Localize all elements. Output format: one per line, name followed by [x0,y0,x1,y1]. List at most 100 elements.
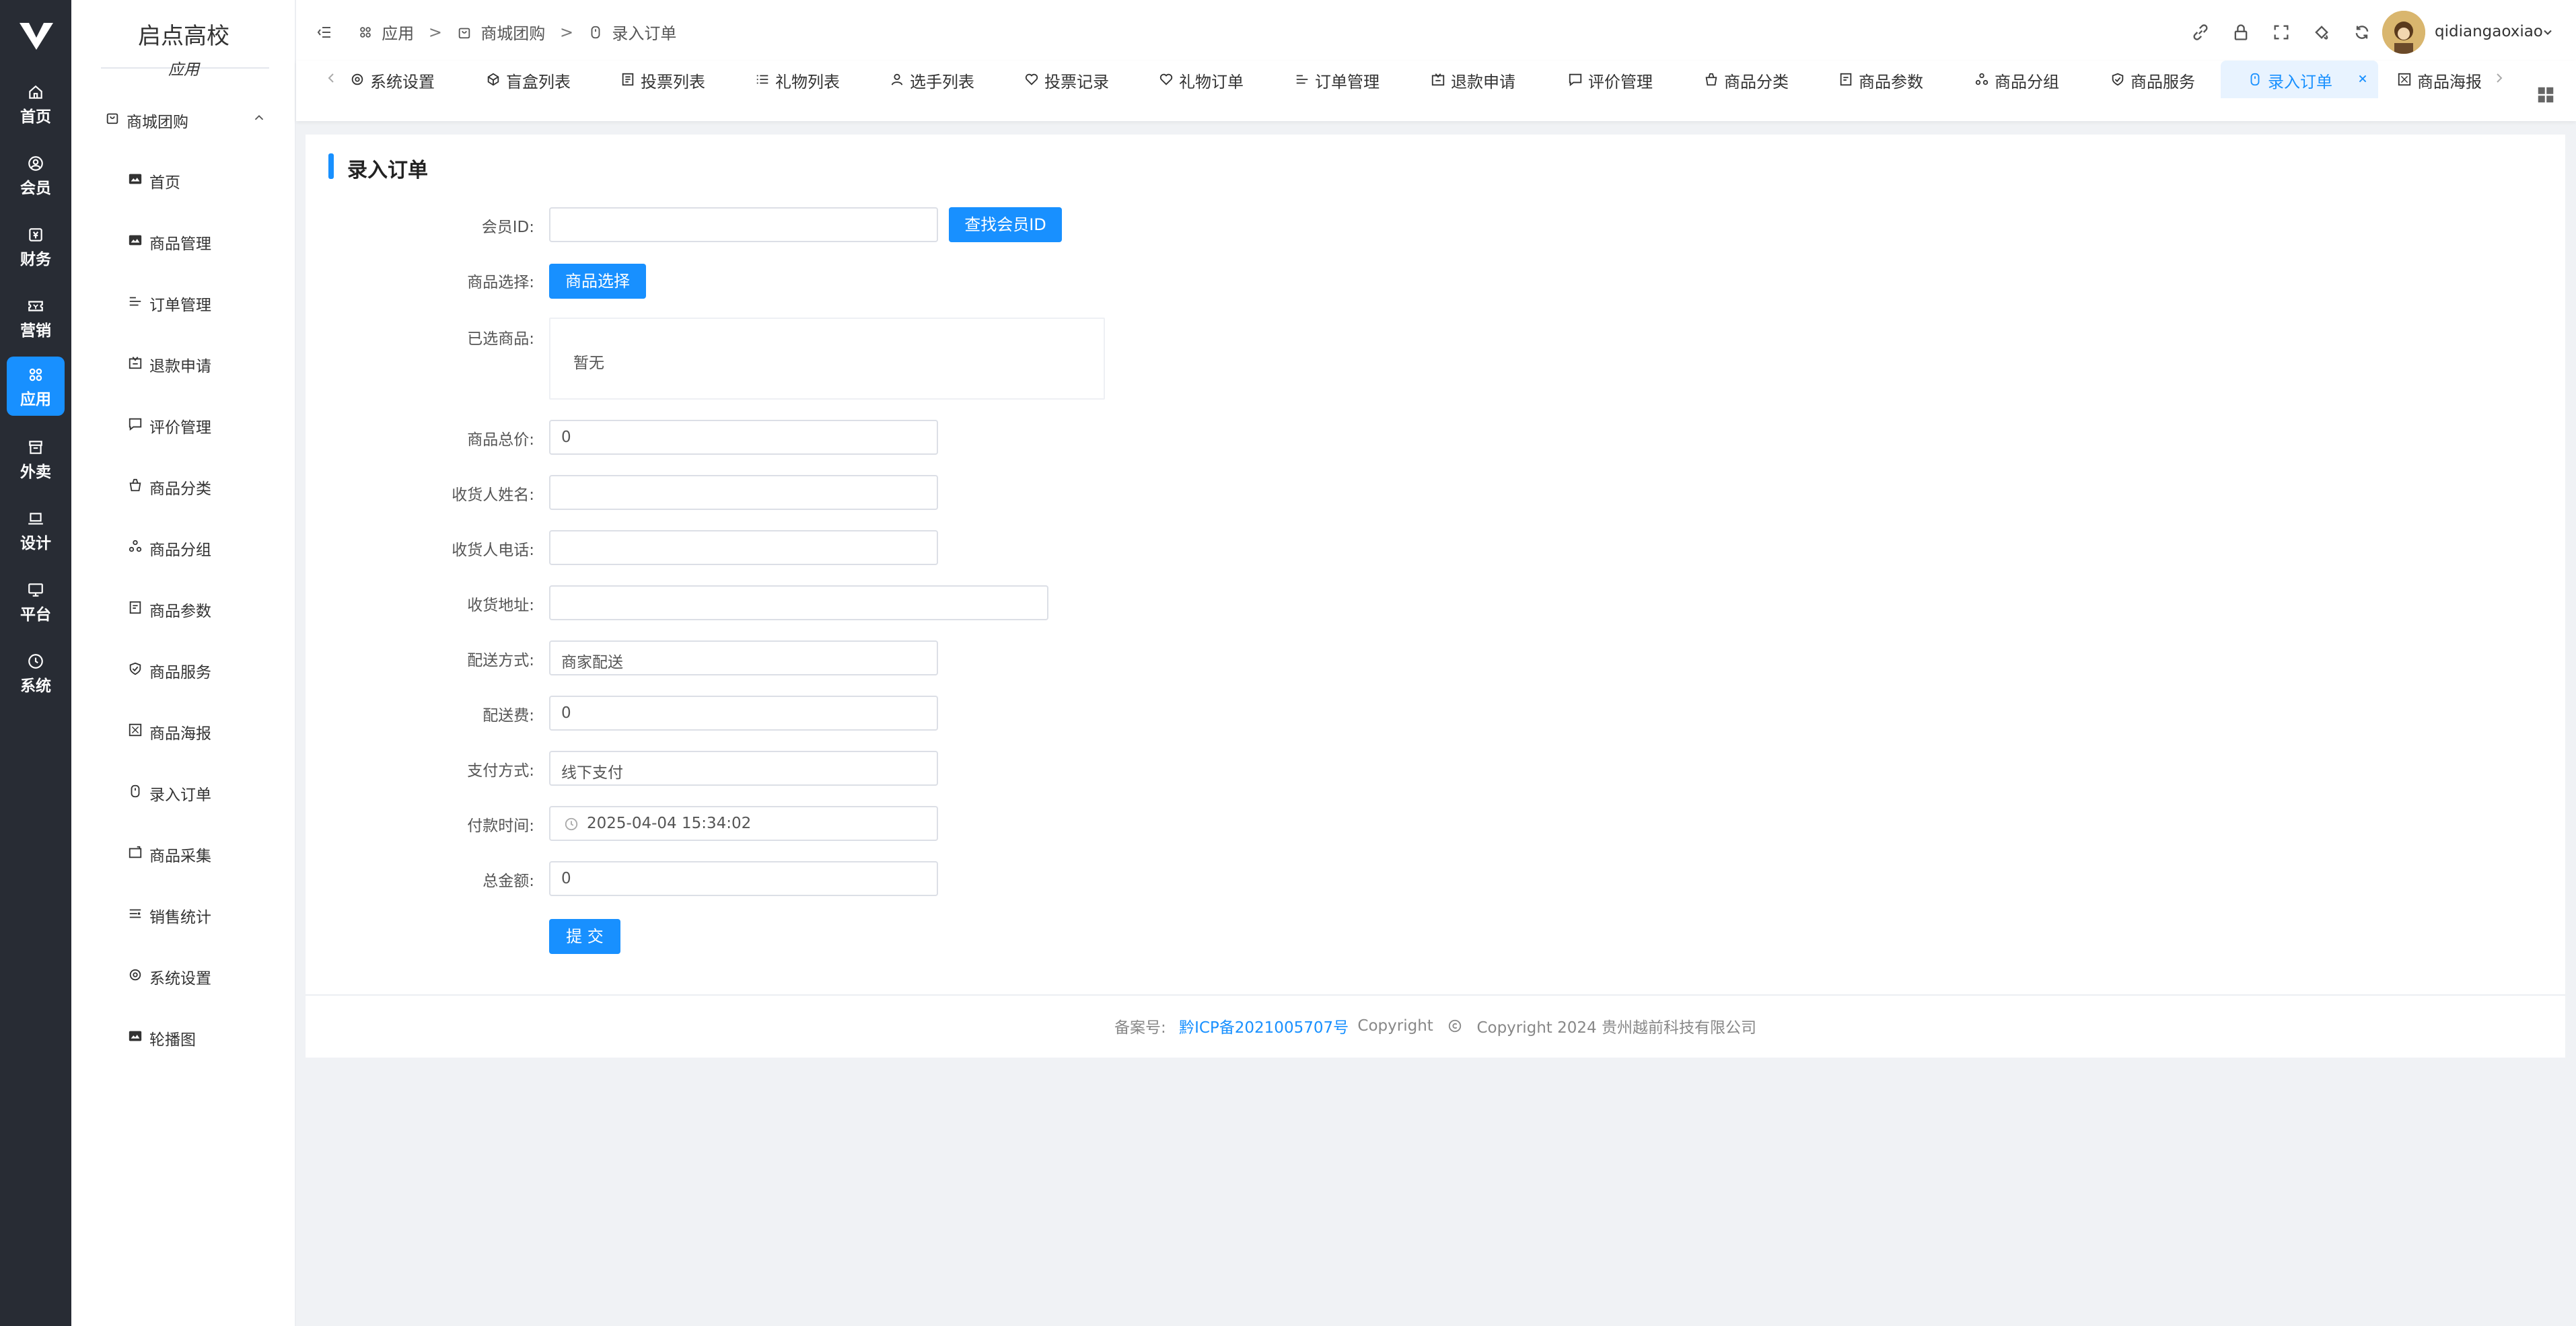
tab-services[interactable]: 商品服务 [2110,61,2211,98]
design-icon [28,513,43,525]
refresh-icon[interactable] [2353,23,2371,42]
delivery-method-label: 配送方式: [467,652,534,669]
group-icon [129,540,142,552]
collapse-menu-icon[interactable] [316,24,332,40]
receiver-phone-input[interactable] [549,530,938,565]
tab-order-entry[interactable]: 录入订单 [2221,61,2378,98]
sidebar-item-carousel[interactable]: 轮播图 [128,1023,283,1049]
tab-vote-list[interactable]: 投票列表 [620,61,721,98]
sidebar-item-orders[interactable]: 订单管理 [128,288,283,315]
rail-item-design[interactable]: 设计 [7,501,65,560]
breadcrumb-item[interactable]: 商城团购 [480,20,545,44]
delivery-method-input[interactable]: 商家配送 [549,640,938,675]
close-icon[interactable] [2355,71,2370,86]
receiver-name-input[interactable] [549,475,938,510]
member-id-input[interactable] [549,207,938,242]
poster-icon [2398,73,2411,86]
amount-input[interactable]: 0 [549,861,938,896]
tab-groups[interactable]: 商品分组 [1974,61,2075,98]
avatar[interactable] [2382,11,2425,54]
copyright-icon [1447,1019,1462,1033]
fullscreen-icon[interactable] [2272,23,2291,42]
rail-item-platform[interactable]: 平台 [7,572,65,631]
tab-order-management[interactable]: 订单管理 [1295,61,1396,98]
image-icon [129,235,142,246]
sidebar-item-params[interactable]: 商品参数 [128,594,283,621]
submit-button[interactable]: 提 交 [549,919,620,954]
tab-label: 投票列表 [641,73,705,91]
icp-link[interactable]: 黔ICP备2021005707号 [1179,1015,1349,1037]
rail-item-system[interactable]: 系统 [7,643,65,702]
tab-gift-list[interactable]: 礼物列表 [755,61,856,98]
link-icon[interactable] [2191,23,2210,42]
settings-icon [129,969,141,981]
username[interactable]: qidiangaoxiao [2435,23,2543,40]
tab-categories[interactable]: 商品分类 [1704,61,1805,98]
find-member-button[interactable]: 查找会员ID [949,207,1062,242]
delivery-fee-label: 配送费: [482,707,534,725]
comment-icon [129,418,142,431]
rail-item-takeout[interactable]: 外卖 [7,429,65,488]
tab-system-settings[interactable]: 系统设置 [350,61,451,98]
payment-method-input[interactable]: 线下支付 [549,751,938,786]
sidebar-item-categories[interactable]: 商品分类 [128,472,283,499]
tab-blind-box[interactable]: 盲盒列表 [486,61,587,98]
breadcrumb-item: 录入订单 [612,24,677,43]
sidebar-item-home[interactable]: 首页 [128,165,283,192]
chevron-left-icon[interactable] [323,70,339,86]
tab-player-list[interactable]: 选手列表 [890,61,991,98]
rail-item-member[interactable]: 会员 [7,145,65,205]
tab-reviews[interactable]: 评价管理 [1568,61,1669,98]
breadcrumb-item[interactable]: 应用 [382,20,414,44]
category-icon [1705,73,1717,86]
sidebar-item-collect[interactable]: 商品采集 [128,839,283,866]
tab-refunds[interactable]: 退款申请 [1431,61,1532,98]
sidebar-item-products[interactable]: 商品管理 [128,227,283,254]
apps-icon [358,25,373,40]
shop-bag-icon [457,25,472,40]
tab-params[interactable]: 商品参数 [1838,61,1939,98]
product-select-button[interactable]: 商品选择 [549,264,646,299]
grid-icon[interactable] [2536,85,2556,105]
sidebar-item-reviews[interactable]: 评价管理 [128,410,283,437]
sidebar-item-label: 商品采集 [149,848,211,865]
system-icon [28,654,43,669]
page-footer: 备案号: 黔ICP备2021005707号 Copyright Copyrigh… [306,997,2565,1058]
takeout-icon [29,441,42,454]
chevron-down-icon[interactable] [2541,26,2554,39]
comment-icon [1569,73,1582,87]
tab-posters[interactable]: 商品海报 [2397,61,2498,98]
clock-icon [565,817,578,831]
rail-item-home[interactable]: 首页 [7,74,65,133]
app-sidebar: 启点高校 应用 商城团购 首页 商品管理 订单管理 退款申请 评价管理 商品分类… [71,0,296,1326]
address-input[interactable] [549,585,1048,620]
platform-icon [28,583,43,597]
lock-icon[interactable] [2231,23,2250,42]
rail-item-finance[interactable]: 财务 [7,217,65,276]
app-logo[interactable] [18,20,55,51]
sidebar-item-refunds[interactable]: 退款申请 [128,349,283,376]
theme-icon[interactable] [2312,23,2331,42]
sidebar-item-order-entry[interactable]: 录入订单 [128,778,283,805]
total-price-label: 商品总价: [467,431,534,449]
sidebar-item-settings[interactable]: 系统设置 [128,961,283,988]
tab-label: 选手列表 [910,73,974,91]
total-price-input[interactable]: 0 [549,420,938,455]
tab-gift-orders[interactable]: 礼物订单 [1159,61,1260,98]
chevron-right-icon[interactable] [2491,70,2507,86]
sidebar-item-groups[interactable]: 商品分组 [128,533,283,560]
receiver-phone-label: 收货人电话: [452,542,534,559]
home-icon [29,85,42,99]
sidebar-item-label: 商品海报 [149,725,211,743]
box-icon [487,73,499,86]
sidebar-item-services[interactable]: 商品服务 [128,655,283,682]
delivery-fee-input[interactable]: 0 [549,696,938,731]
sidebar-item-posters[interactable]: 商品海报 [128,716,283,743]
sidebar-group-mall[interactable]: 商城团购 [105,105,273,132]
rail-item-apps[interactable]: 应用 [7,357,65,416]
sidebar-item-sales-stats[interactable]: 销售统计 [128,900,283,927]
pay-time-picker[interactable]: 2025-04-04 15:34:02 [549,806,938,841]
tab-vote-records[interactable]: 投票记录 [1024,61,1125,98]
sidebar-item-label: 商品分类 [149,480,211,498]
rail-item-marketing[interactable]: 营销 [7,288,65,347]
